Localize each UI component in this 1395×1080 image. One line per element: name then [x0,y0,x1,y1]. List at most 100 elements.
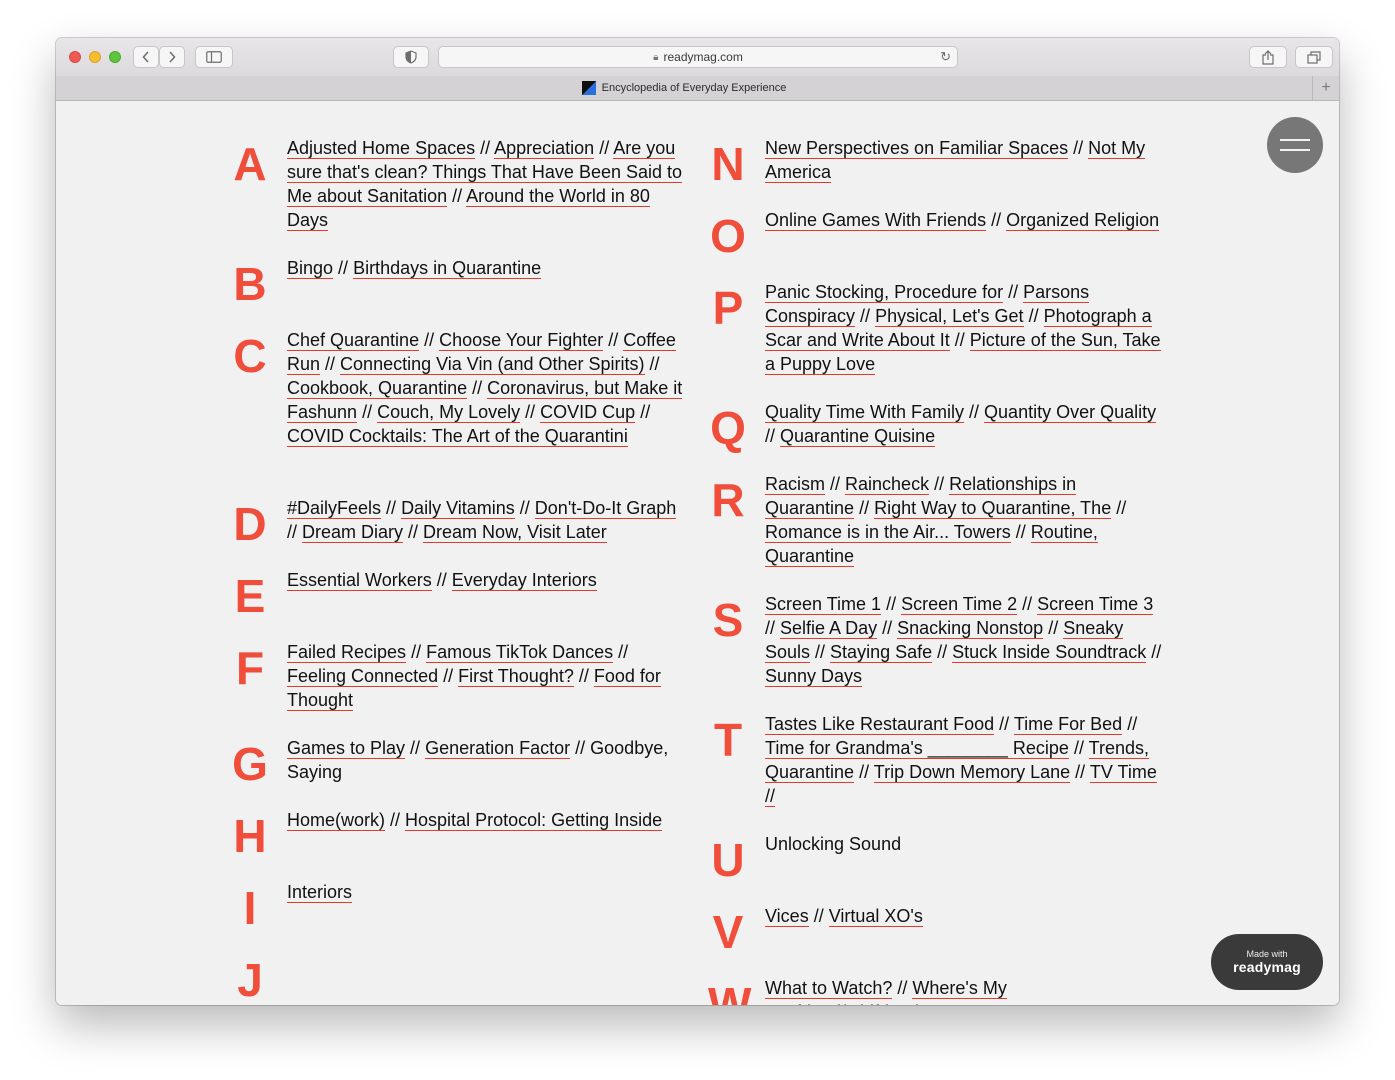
topic-link[interactable]: Screen Time 1 [765,594,882,615]
active-tab[interactable]: Encyclopedia of Everyday Experience [56,76,1312,100]
topic-link[interactable]: Tastes Like Restaurant Food [765,714,995,735]
topic-link[interactable]: Vices [765,906,809,927]
topic-link[interactable]: Hospital Protocol: Getting Inside [405,810,663,831]
topic-link[interactable]: COVID Cup [540,402,636,423]
tab-bar: Encyclopedia of Everyday Experience + [56,76,1339,101]
separator: // [438,666,459,686]
topic-link[interactable]: What to Watch? [765,978,893,999]
index-letter: N [711,138,745,190]
topic-link[interactable]: Adjusted Home Spaces [287,138,476,159]
topic-link[interactable]: Feeling Connected [287,666,439,687]
topic-link[interactable]: Generation Factor [425,738,571,759]
privacy-report-button[interactable] [393,46,429,68]
chevron-left-icon [142,51,149,63]
topic-link[interactable]: Dream Now, Visit Later [423,522,607,543]
topic-link[interactable]: Right Way to Quarantine, The [874,498,1112,519]
made-with-readymag-badge[interactable]: Made with readymag [1211,934,1323,990]
minimize-window-button[interactable] [89,51,101,63]
entry-links: Chef Quarantine // Choose Your Fighter /… [287,328,689,448]
topic-link[interactable]: Physical, Let's Get [875,306,1024,327]
menu-button[interactable] [1267,117,1323,173]
separator: // [1146,642,1162,662]
separator: // [1111,498,1127,518]
topic-link[interactable]: Don't-Do-It Graph [534,498,677,519]
topic-link[interactable]: Failed Recipes [287,642,407,663]
topic-link[interactable]: #DailyFeels [287,498,382,519]
topic-link[interactable]: Quarantine Quisine [780,426,936,447]
entry-links: Essential Workers // Everyday Interiors [287,568,689,592]
topic-link[interactable]: Choose Your Fighter [439,330,604,351]
topic-link[interactable]: Famous TikTok Dances [426,642,614,663]
topic-link[interactable]: Screen Time 2 [901,594,1018,615]
topic-link[interactable]: Panic Stocking, Procedure for [765,282,1004,303]
topic-link[interactable]: Cookbook, Quarantine [287,378,468,399]
topic-link[interactable]: Time For Bed [1013,714,1123,735]
topic-link[interactable]: Screen Time 3 [1037,594,1154,615]
topic-link[interactable]: Time for Grandma's ________ Recipe [765,738,1069,759]
address-bar[interactable]: 🔒︎ readymag.com ↻ [438,46,958,68]
badge-logo: readymag [1233,959,1301,975]
topic-link[interactable]: Selfie A Day [780,618,878,639]
reload-icon[interactable]: ↻ [940,49,951,65]
topic-link[interactable]: Everyday Interiors [451,570,597,591]
share-button[interactable] [1249,46,1287,68]
topic-link[interactable]: Couch, My Lovely [377,402,521,423]
topic-link[interactable]: Organized Religion [1006,210,1160,231]
index-letter: B [233,258,267,310]
topic-link[interactable]: Bingo [287,258,334,279]
separator: // [892,978,913,998]
entry-links: Screen Time 1 // Screen Time 2 // Screen… [765,592,1167,688]
separator: // [1068,738,1089,758]
entry-links: Quality Time With Family // Quantity Ove… [765,400,1167,448]
separator: // [403,522,424,542]
separator: // [419,330,440,350]
separator: // [765,618,781,638]
index-letter: F [235,642,265,694]
topic-link[interactable]: Connecting Via Vin (and Other Spirits) [340,354,645,375]
topic-link[interactable]: Daily Vitamins [401,498,515,519]
topic-link[interactable]: Virtual XO's [828,906,923,927]
topic-link[interactable]: Snacking Nonstop [897,618,1044,639]
topic-link[interactable]: Essential Workers [287,570,432,591]
lock-icon: 🔒︎ [653,51,659,63]
topic-link[interactable]: Quality Time With Family [765,402,965,423]
topic-link[interactable]: Dream Diary [302,522,404,543]
topic-link[interactable]: New Perspectives on Familiar Spaces [765,138,1069,159]
topic-text: Unlocking Sound [765,834,902,854]
separator: // [635,402,651,422]
topic-link[interactable]: COVID Cocktails: The Art of the Quaranti… [287,426,628,447]
topic-link[interactable]: Online Games With Friends [765,210,987,231]
separator: // [825,474,846,494]
zoom-window-button[interactable] [109,51,121,63]
topic-link[interactable]: Stuck Inside Soundtrack [952,642,1147,663]
sidebar-toggle-button[interactable] [195,46,233,68]
topic-link[interactable]: Home(work) [287,810,386,831]
topic-link[interactable]: Interiors [287,882,353,903]
topic-link[interactable]: First Thought? [458,666,574,687]
separator: // [854,498,875,518]
separator: // [986,210,1007,230]
forward-button[interactable] [159,46,185,68]
topic-link[interactable]: Trip Down Memory Lane [873,762,1071,783]
back-button[interactable] [133,46,159,68]
topic-link[interactable]: Quantity Over Quality [984,402,1157,423]
topic-link[interactable]: Games to Play [287,738,406,759]
close-window-button[interactable] [69,51,81,63]
topic-link[interactable]: Chef Quarantine [287,330,420,351]
separator: // [854,762,874,782]
index-letter: T [713,714,743,766]
new-tab-button[interactable]: + [1312,76,1339,100]
topic-link[interactable]: Raincheck [845,474,930,495]
entry-links: Games to Play // Generation Factor // Go… [287,736,689,784]
topic-link[interactable]: Staying Safe [830,642,933,663]
topic-link[interactable]: Birthdays in Quarantine [353,258,542,279]
separator: // [1023,306,1044,326]
entry-links: Home(work) // Hospital Protocol: Getting… [287,808,689,832]
topic-link[interactable]: Appreciation [494,138,595,159]
separator: // [570,738,591,758]
topic-link[interactable]: Sunny Days [765,666,863,687]
tab-overview-button[interactable] [1295,46,1333,68]
topic-link[interactable]: Racism [765,474,826,495]
topic-link[interactable]: Romance is in the Air... Towers [765,522,1011,543]
separator: // [881,594,902,614]
